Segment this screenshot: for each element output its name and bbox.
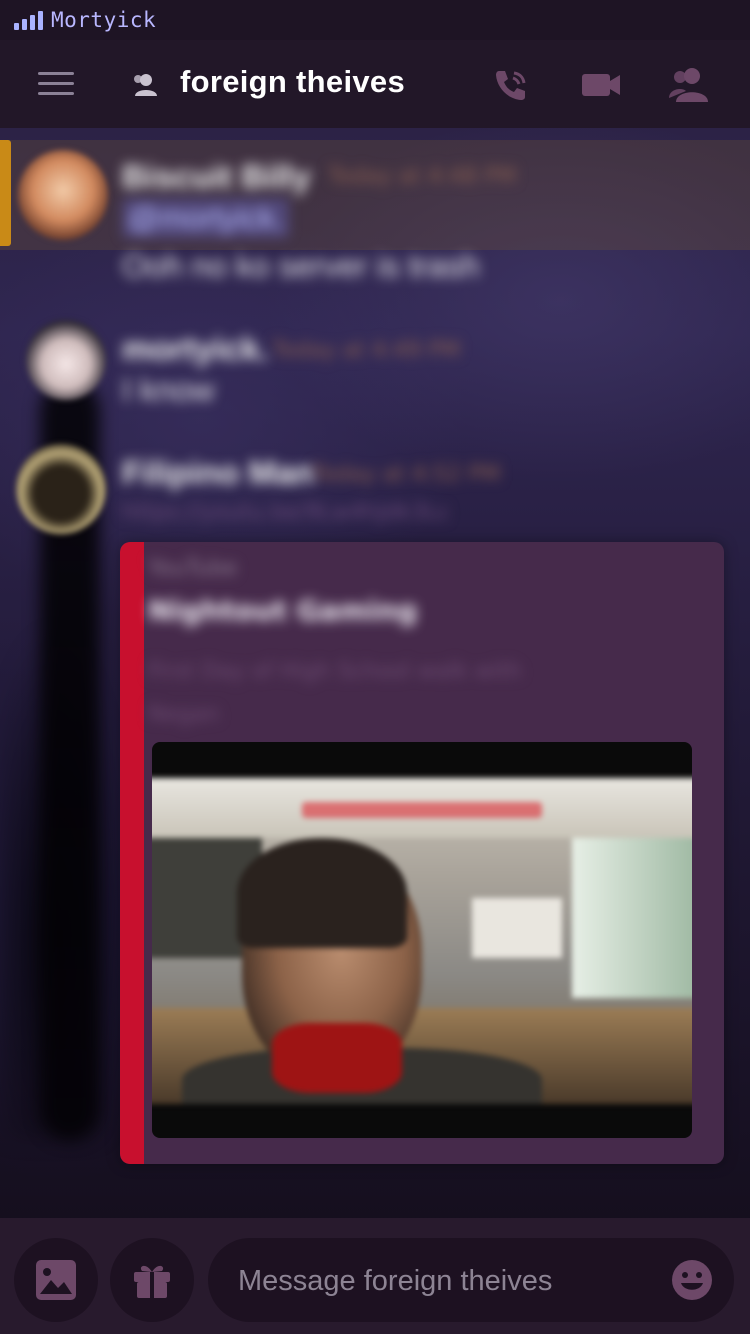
mention-highlight-bar [0, 140, 11, 246]
message-link[interactable]: https://youtu.be/9Lw4hJdk3Lc [122, 500, 450, 525]
menu-icon[interactable] [38, 72, 74, 96]
member-list-icon[interactable] [668, 64, 710, 106]
signal-icon [14, 10, 43, 30]
mention-highlight [0, 140, 750, 250]
video-call-icon[interactable] [580, 64, 622, 106]
channel-header: foreign theives [0, 40, 750, 128]
members-icon [134, 74, 157, 96]
message-text: Ooh no ko server is trash [122, 248, 480, 284]
avatar[interactable] [18, 150, 108, 240]
username[interactable]: Biscuit Billy [122, 158, 311, 196]
embed-provider[interactable]: YouTube [148, 556, 237, 581]
avatar[interactable] [26, 320, 106, 400]
link-embed[interactable]: YouTube Nightout Gaming First Day of Hig… [120, 542, 724, 1164]
embed-title[interactable]: Nightout Gaming [148, 594, 417, 627]
channel-title: foreign theives [180, 64, 405, 99]
user-mention[interactable]: @mortyick. [122, 198, 290, 238]
call-icon[interactable] [490, 64, 532, 106]
timestamp: Today at 4:49 PM [272, 338, 461, 363]
message-text: I know [122, 372, 215, 408]
status-bar: Mortyick [0, 0, 750, 40]
embed-accent-bar [120, 542, 144, 1164]
username[interactable]: mortyick. [122, 330, 269, 368]
thumbnail-image [152, 778, 692, 1104]
carrier-name: Mortyick [51, 8, 157, 32]
message-list[interactable]: Biscuit Billy Today at 4:48 PM @mortyick… [0, 128, 750, 1218]
message-composer [0, 1218, 750, 1334]
gift-button[interactable] [110, 1238, 194, 1322]
avatar[interactable] [16, 444, 106, 534]
message-input-container[interactable] [208, 1238, 734, 1322]
emoji-icon[interactable] [670, 1258, 714, 1302]
gift-icon [134, 1265, 170, 1298]
timestamp: Today at 4:48 PM [328, 164, 517, 189]
timestamp: Today at 4:52 PM [312, 462, 501, 487]
video-thumbnail[interactable] [152, 742, 692, 1138]
embed-description: First Day of High School walk with Negan [148, 659, 522, 727]
attach-image-button[interactable] [14, 1238, 98, 1322]
message-input[interactable] [236, 1258, 660, 1304]
username[interactable]: Filipino Man [122, 454, 314, 492]
image-icon [36, 1260, 76, 1300]
